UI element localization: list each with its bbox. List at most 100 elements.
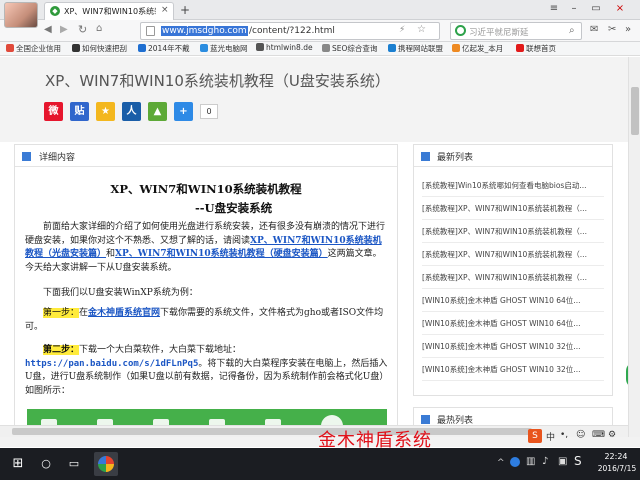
- bookmark-icon: [516, 44, 524, 52]
- windows-taskbar: ⊞ ○ ▭ ^ ▥ ♪ ▣ S 22:24 2016/7/15: [0, 448, 640, 480]
- latest-list-header: 最新列表: [414, 145, 612, 167]
- list-item[interactable]: [系统教程]XP、WIN7和WIN10系统装机教程（...: [422, 221, 604, 243]
- bookmark-icon: [452, 44, 460, 52]
- bookmarks-bar: 全国企业信用 如何快速把刮 2014年不戴 蓝光电脑网 htmlwin8.de …: [0, 42, 640, 56]
- tray-app-icon[interactable]: [510, 457, 520, 467]
- step2-paragraph: 第二步：下载一个大白菜软件，大白菜下载地址：https://pan.baidu.…: [25, 345, 389, 396]
- tab-title: XP、WIN7和WIN10系统装: [64, 7, 156, 16]
- horizontal-scroll-thumb[interactable]: [12, 428, 532, 435]
- punctuation-icon[interactable]: •,: [560, 430, 568, 440]
- refresh-icon[interactable]: ↻: [78, 23, 87, 36]
- intro-paragraph: 前面给大家详细的介绍了如何使用光盘进行系统安装，还有很多没有崩溃的情况下进行硬盘…: [25, 222, 386, 273]
- bookmark-icon: [388, 44, 396, 52]
- extension-icon[interactable]: ✉: [590, 24, 598, 35]
- search-placeholder: 习近平就尼斯延: [469, 28, 529, 38]
- new-tab-button[interactable]: +: [180, 3, 190, 17]
- tencent-weibo-share-icon[interactable]: ▲: [148, 102, 167, 121]
- official-site-link[interactable]: 金木神盾系统官网: [88, 308, 160, 318]
- tray-up-arrow-icon[interactable]: ^: [497, 458, 505, 468]
- forward-icon[interactable]: ▶: [60, 24, 68, 35]
- renren-share-icon[interactable]: 人: [122, 102, 141, 121]
- sogou-input-icon[interactable]: S: [528, 429, 542, 443]
- watermark-text: 金木神盾系统: [318, 430, 432, 451]
- article-subtitle: --U盘安装系统: [195, 201, 273, 215]
- more-icon[interactable]: »: [625, 24, 631, 35]
- tray-monitor-icon[interactable]: ▣: [558, 456, 567, 467]
- list-item[interactable]: [WIN10系统]金木神盾 GHOST WIN10 64位...: [422, 290, 604, 312]
- browser-title-bar: ◆ XP、WIN7和WIN10系统装 × + ≡ – ▭ ×: [0, 0, 640, 20]
- address-bar[interactable]: www.jmsdgho.com /content/?122.html ⚡ ☆: [140, 22, 440, 40]
- weibo-share-icon[interactable]: 微: [44, 102, 63, 121]
- bookmark-icon: [256, 43, 264, 51]
- bookmark-item[interactable]: 携程网站联盟: [388, 43, 443, 54]
- bookmark-item[interactable]: 联想首页: [516, 43, 556, 54]
- tools-icon[interactable]: ✂: [608, 24, 616, 35]
- home-icon[interactable]: ⌂: [96, 23, 102, 34]
- bookmark-item[interactable]: htmlwin8.de: [256, 43, 313, 52]
- windows-start-icon[interactable]: ⊞: [8, 454, 28, 474]
- clock-time[interactable]: 22:24: [596, 452, 636, 461]
- step1-label: 第一步：: [43, 308, 80, 318]
- menu-icon[interactable]: ≡: [546, 2, 562, 16]
- close-window-button[interactable]: ×: [612, 2, 628, 16]
- bookmark-item[interactable]: 蓝光电脑网: [200, 43, 248, 54]
- tieba-share-icon[interactable]: 贴: [70, 102, 89, 121]
- bookmark-icon: [200, 44, 208, 52]
- download-url[interactable]: https://pan.baidu.com/s/1dFLnPq5: [25, 359, 198, 369]
- browser-taskbar-button[interactable]: [94, 452, 118, 476]
- bookmark-item[interactable]: 如何快速把刮: [72, 43, 127, 54]
- cortana-icon[interactable]: ○: [36, 454, 56, 474]
- web-page: XP、WIN7和WIN10系统装机教程（U盘安装系统） 微 贴 ★ 人 ▲ + …: [0, 57, 628, 439]
- browser-app-icon: [98, 456, 114, 472]
- task-view-icon[interactable]: ▭: [64, 454, 84, 474]
- bookmark-icon: [72, 44, 80, 52]
- list-item[interactable]: [WIN10系统]金木神盾 GHOST WIN10 64位...: [422, 313, 604, 335]
- bookmark-item[interactable]: 全国企业信用: [6, 43, 61, 54]
- article-panel-title: 详细内容: [39, 153, 76, 163]
- minimize-window-button[interactable]: –: [566, 2, 582, 16]
- ime-mode-icon[interactable]: 中: [546, 430, 555, 443]
- list-item[interactable]: [系统教程]XP、WIN7和WIN10系统装机教程（...: [422, 198, 604, 220]
- user-avatar[interactable]: [4, 2, 38, 28]
- list-item[interactable]: [系统教程]XP、WIN7和WIN10系统装机教程（...: [422, 244, 604, 266]
- more-share-icon[interactable]: +: [174, 102, 193, 121]
- list-item[interactable]: [系统教程]Win10系统哪如何查看电脑bios启动...: [422, 175, 604, 197]
- list-item[interactable]: [WIN10系统]金木神盾 GHOST WIN10 32位...: [422, 336, 604, 358]
- share-count: 0: [200, 104, 218, 119]
- bookmark-item[interactable]: 2014年不戴: [138, 43, 190, 54]
- bookmark-star-icon[interactable]: ☆: [417, 24, 426, 35]
- vertical-scroll-thumb[interactable]: [631, 87, 639, 135]
- header-marker-icon: [421, 152, 430, 161]
- article-body: XP、WIN7和WIN10系统装机教程 --U盘安装系统 前面给大家详细的介绍了…: [15, 169, 397, 439]
- volume-icon[interactable]: ♪: [542, 456, 548, 467]
- bookmark-icon: [6, 44, 14, 52]
- tab-close-icon[interactable]: ×: [161, 5, 169, 15]
- bookmark-icon: [138, 44, 146, 52]
- url-host: www.jmsdgho.com: [161, 26, 248, 36]
- bookmark-icon: [322, 44, 330, 52]
- bookmark-item[interactable]: 亿起发_本月: [452, 43, 503, 54]
- list-item[interactable]: [系统教程]XP、WIN7和WIN10系统装机教程（...: [422, 267, 604, 289]
- vertical-scrollbar[interactable]: [628, 57, 640, 439]
- header-marker-icon: [421, 415, 430, 424]
- bookmark-item[interactable]: SEO综合查询: [322, 43, 377, 54]
- network-icon[interactable]: ▥: [526, 456, 535, 467]
- keyboard-icon[interactable]: ⌨: [592, 430, 605, 440]
- lightning-icon[interactable]: ⚡: [399, 25, 405, 35]
- url-path: /content/?122.html: [249, 26, 335, 36]
- maximize-window-button[interactable]: ▭: [588, 2, 604, 16]
- emoji-icon[interactable]: ☺: [576, 430, 585, 440]
- search-engine-icon[interactable]: [455, 25, 466, 36]
- article-title: XP、WIN7和WIN10系统装机教程: [110, 182, 302, 196]
- list-item[interactable]: [WIN10系统]金木神盾 GHOST WIN10 32位...: [422, 359, 604, 381]
- back-icon[interactable]: ◀: [44, 24, 52, 35]
- hdd-install-link[interactable]: XP、WIN7和WIN10系统装机教程（硬盘安装篇）: [115, 249, 328, 259]
- clock-date[interactable]: 2016/7/15: [596, 464, 638, 473]
- article-panel: 详细内容 XP、WIN7和WIN10系统装机教程 --U盘安装系统 前面给大家详…: [14, 144, 398, 439]
- search-input[interactable]: 习近平就尼斯延 ⌕: [450, 22, 582, 40]
- browser-tab[interactable]: ◆ XP、WIN7和WIN10系统装 ×: [44, 2, 174, 20]
- qzone-share-icon[interactable]: ★: [96, 102, 115, 121]
- ime-indicator-icon[interactable]: S: [574, 454, 582, 468]
- search-icon[interactable]: ⌕: [569, 25, 575, 36]
- ime-settings-icon[interactable]: ⚙: [608, 430, 616, 440]
